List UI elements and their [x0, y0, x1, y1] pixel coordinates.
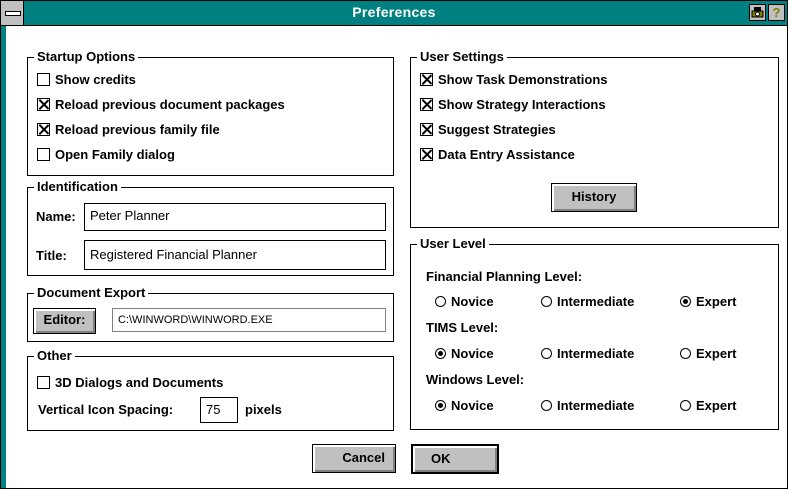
name-field[interactable]: Peter Planner — [84, 203, 386, 231]
camera-button[interactable] — [749, 4, 766, 21]
reload-family-checkbox[interactable]: Reload previous family file — [37, 121, 220, 139]
checkbox-label: 3D Dialogs and Documents — [55, 375, 224, 390]
icon-spacing-label: Vertical Icon Spacing: — [38, 402, 174, 417]
other-group: Other 3D Dialogs and Documents Vertical … — [27, 348, 394, 431]
checkbox-label: Show Task Demonstrations — [438, 72, 608, 87]
cancel-button[interactable]: Cancel — [312, 444, 396, 473]
checkbox-label: Show credits — [55, 72, 136, 87]
checkbox-label: Reload previous family file — [55, 122, 220, 137]
radio-circle — [435, 296, 446, 307]
user-level-group: User Level Financial Planning Level: Nov… — [410, 236, 779, 430]
financial-expert-radio[interactable]: Expert — [680, 293, 736, 311]
radio-circle — [680, 400, 691, 411]
open-family-dialog-checkbox[interactable]: Open Family dialog — [37, 146, 175, 164]
show-credits-checkbox[interactable]: Show credits — [37, 71, 136, 89]
icon-spacing-field[interactable]: 75 — [200, 397, 238, 423]
checkbox-box — [37, 73, 50, 86]
radio-circle — [435, 348, 446, 359]
window-title: Preferences — [352, 4, 436, 20]
startup-options-group: Startup Options Show credits Reload prev… — [27, 49, 394, 176]
help-icon: ? — [772, 5, 781, 20]
name-label: Name: — [36, 209, 76, 224]
radio-label: Novice — [451, 294, 494, 309]
strategy-interactions-checkbox[interactable]: Show Strategy Interactions — [420, 96, 606, 114]
3d-dialogs-checkbox[interactable]: 3D Dialogs and Documents — [37, 374, 223, 392]
radio-circle — [680, 296, 691, 307]
task-demonstrations-checkbox[interactable]: Show Task Demonstrations — [420, 71, 608, 89]
identification-title: Identification — [34, 179, 121, 195]
radio-label: Expert — [696, 294, 737, 309]
help-button[interactable]: ? — [768, 4, 785, 21]
tims-expert-radio[interactable]: Expert — [680, 345, 736, 363]
financial-planning-level-label: Financial Planning Level: — [426, 269, 583, 284]
radio-label: Intermediate — [557, 398, 635, 413]
financial-novice-radio[interactable]: Novice — [435, 293, 494, 311]
checkbox-label: Data Entry Assistance — [438, 147, 575, 162]
window-left-border — [1, 26, 6, 488]
checkbox-box — [37, 376, 50, 389]
windows-expert-radio[interactable]: Expert — [680, 397, 736, 415]
radio-label: Intermediate — [557, 346, 635, 361]
radio-circle — [541, 348, 552, 359]
checkbox-box — [37, 98, 50, 111]
ok-button[interactable]: OK — [411, 444, 499, 474]
title-label: Title: — [36, 248, 67, 263]
checkbox-box — [420, 148, 433, 161]
checkbox-label: Open Family dialog — [55, 147, 175, 162]
icon-spacing-unit: pixels — [245, 402, 282, 417]
title-field[interactable]: Registered Financial Planner — [84, 240, 386, 270]
suggest-strategies-checkbox[interactable]: Suggest Strategies — [420, 121, 556, 139]
radio-circle — [541, 296, 552, 307]
startup-options-title: Startup Options — [34, 49, 139, 65]
radio-label: Novice — [451, 398, 494, 413]
checkbox-box — [37, 148, 50, 161]
tims-level-label: TIMS Level: — [426, 320, 499, 335]
other-title: Other — [34, 348, 75, 364]
preferences-window: Preferences ? Startup Options Show credi… — [0, 0, 788, 489]
history-button[interactable]: History — [551, 183, 637, 212]
user-settings-group: User Settings Show Task Demonstrations S… — [410, 49, 779, 228]
identification-group: Identification Name: Peter Planner Title… — [27, 179, 394, 276]
financial-intermediate-radio[interactable]: Intermediate — [541, 293, 634, 311]
camera-icon — [751, 7, 764, 18]
radio-circle — [680, 348, 691, 359]
radio-label: Novice — [451, 346, 494, 361]
document-export-group: Document Export Editor: C:\WINWORD\WINWO… — [27, 285, 394, 342]
tims-novice-radio[interactable]: Novice — [435, 345, 494, 363]
checkbox-box — [420, 123, 433, 136]
radio-label: Intermediate — [557, 294, 635, 309]
data-entry-assistance-checkbox[interactable]: Data Entry Assistance — [420, 146, 575, 164]
checkbox-box — [420, 98, 433, 111]
title-bar[interactable]: Preferences ? — [1, 1, 787, 26]
windows-intermediate-radio[interactable]: Intermediate — [541, 397, 634, 415]
document-export-title: Document Export — [34, 285, 149, 301]
radio-circle — [541, 400, 552, 411]
editor-path-field[interactable]: C:\WINWORD\WINWORD.EXE — [112, 308, 386, 332]
checkbox-label: Suggest Strategies — [438, 122, 556, 137]
checkbox-label: Reload previous document packages — [55, 97, 285, 112]
checkbox-label: Show Strategy Interactions — [438, 97, 606, 112]
checkbox-box — [420, 73, 433, 86]
editor-button[interactable]: Editor: — [33, 308, 96, 334]
reload-documents-checkbox[interactable]: Reload previous document packages — [37, 96, 285, 114]
user-settings-title: User Settings — [417, 49, 507, 65]
radio-circle — [435, 400, 446, 411]
windows-novice-radio[interactable]: Novice — [435, 397, 494, 415]
windows-level-label: Windows Level: — [426, 372, 525, 387]
radio-label: Expert — [696, 346, 737, 361]
checkbox-box — [37, 123, 50, 136]
tims-intermediate-radio[interactable]: Intermediate — [541, 345, 634, 363]
radio-label: Expert — [696, 398, 737, 413]
user-level-title: User Level — [417, 236, 489, 252]
